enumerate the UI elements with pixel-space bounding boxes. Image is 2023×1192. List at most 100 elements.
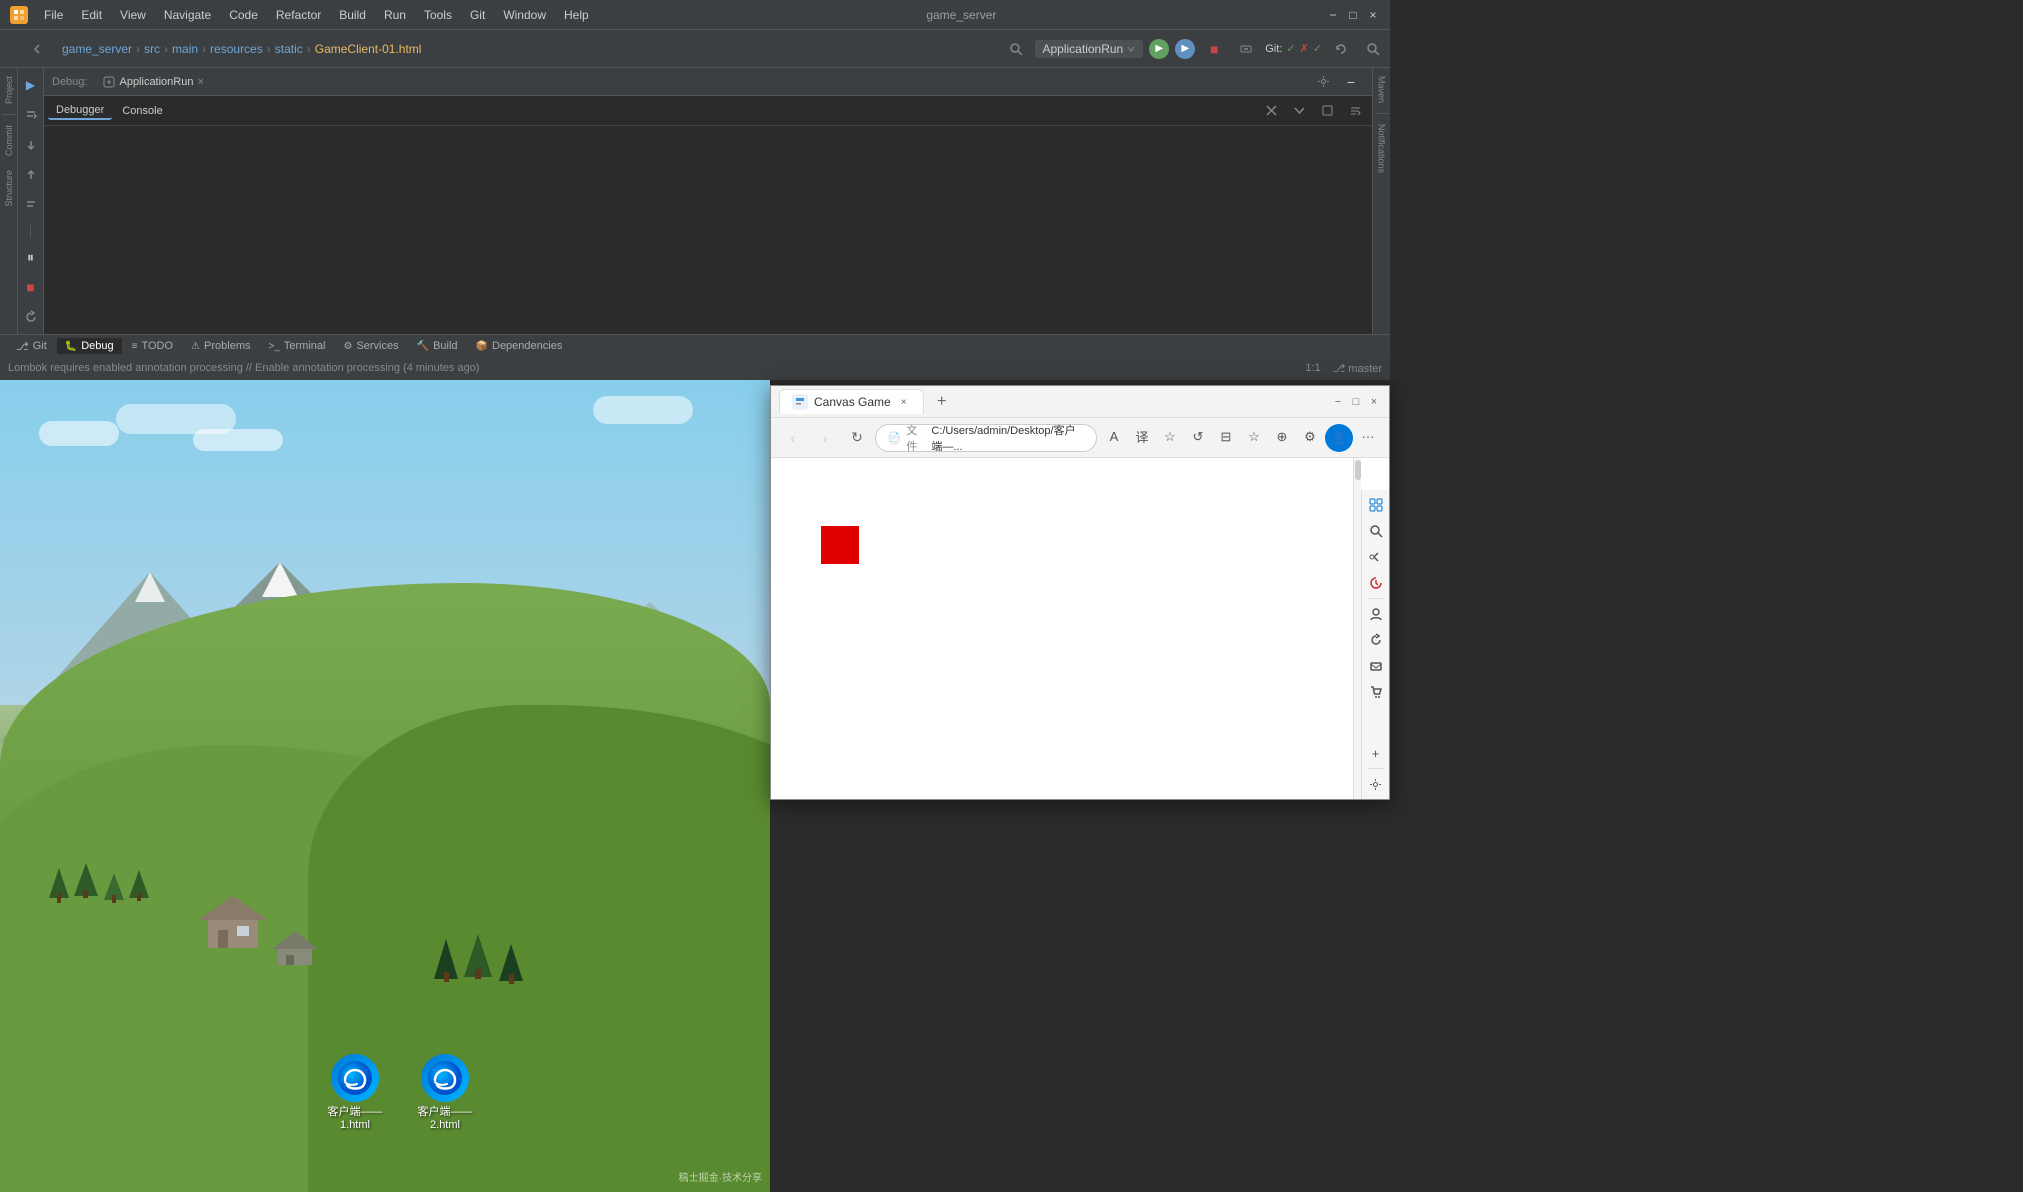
fold-btn[interactable] xyxy=(1314,98,1340,124)
project-panel-label[interactable]: Project xyxy=(4,72,14,108)
profile-avatar[interactable]: 👤 xyxy=(1325,424,1353,452)
minimize-button[interactable]: − xyxy=(1326,8,1340,22)
scroll-down-btn[interactable] xyxy=(1286,98,1312,124)
debug-run-to-cursor-btn[interactable] xyxy=(18,192,44,218)
desktop-icon-client2[interactable]: 客户端——2.html xyxy=(410,1054,480,1132)
cloud-4 xyxy=(593,396,693,424)
breadcrumb-file[interactable]: GameClient-01.html xyxy=(315,42,422,56)
annotation-message: Lombok requires enabled annotation proce… xyxy=(8,362,479,374)
browser-close-btn[interactable]: × xyxy=(1367,395,1381,409)
coverage-button[interactable] xyxy=(1233,36,1259,62)
ide-title: game_server xyxy=(926,8,996,22)
refresh-btn[interactable]: ↻ xyxy=(843,424,871,452)
menu-file[interactable]: File xyxy=(36,6,71,24)
web-capture-btn[interactable]: ⊕ xyxy=(1269,424,1295,450)
run-configuration[interactable]: ApplicationRun xyxy=(1035,40,1144,58)
menu-refactor[interactable]: Refactor xyxy=(268,6,329,24)
services-tab[interactable]: ⚙ Services xyxy=(335,338,406,354)
commit-panel-label[interactable]: Commit xyxy=(4,121,14,160)
dependencies-tab[interactable]: 📦 Dependencies xyxy=(468,338,571,354)
debug-session-tab[interactable]: ApplicationRun × xyxy=(95,74,211,90)
favorites-btn[interactable]: ☆ xyxy=(1157,424,1183,450)
structure-panel-label[interactable]: Structure xyxy=(4,166,14,211)
browser-sidebar-settings-btn[interactable] xyxy=(1365,773,1387,795)
stop-button[interactable]: ■ xyxy=(1201,36,1227,62)
run-button[interactable]: ▶ xyxy=(1149,39,1169,59)
maximize-button[interactable]: □ xyxy=(1346,8,1360,22)
close-debug-tab[interactable]: × xyxy=(197,76,203,88)
menu-tools[interactable]: Tools xyxy=(416,6,460,24)
browser-tab[interactable]: Canvas Game × xyxy=(779,389,924,414)
debug-bottom-tab[interactable]: 🐛 Debug xyxy=(57,338,122,354)
back-navigation-btn[interactable]: ‹ xyxy=(779,424,807,452)
browser-sidebar-collections-btn[interactable] xyxy=(1365,494,1387,516)
browser-menu-btn[interactable]: ··· xyxy=(1355,424,1381,450)
browser-tools-btn[interactable]: ⚙ xyxy=(1297,424,1323,450)
browser-tab-close-btn[interactable]: × xyxy=(897,395,911,409)
refresh-indicator-btn[interactable]: ↺ xyxy=(1185,424,1211,450)
wrap-btn[interactable] xyxy=(1342,98,1368,124)
clear-console-btn[interactable] xyxy=(1258,98,1284,124)
browser-sidebar-share-btn[interactable] xyxy=(1365,546,1387,568)
breadcrumb-static[interactable]: static xyxy=(275,42,303,56)
menu-run[interactable]: Run xyxy=(376,6,414,24)
menu-edit[interactable]: Edit xyxy=(73,6,110,24)
reader-mode-btn[interactable]: A xyxy=(1101,424,1127,450)
maven-panel-label[interactable]: Maven xyxy=(1377,72,1387,107)
breadcrumb-src[interactable]: src xyxy=(144,42,160,56)
browser-sidebar-sync-btn[interactable] xyxy=(1365,629,1387,651)
browser-sidebar-search-btn[interactable] xyxy=(1365,520,1387,542)
menu-window[interactable]: Window xyxy=(495,6,554,24)
forward-navigation-btn[interactable]: › xyxy=(811,424,839,452)
new-tab-button[interactable]: + xyxy=(928,388,956,416)
icon-label-2: 客户端——2.html xyxy=(418,1106,473,1132)
menu-view[interactable]: View xyxy=(112,6,154,24)
back-btn[interactable] xyxy=(24,36,50,62)
browser-sidebar-profile-btn[interactable] xyxy=(1365,603,1387,625)
git-tab[interactable]: ⎇ Git xyxy=(8,338,55,355)
console-tab[interactable]: Console xyxy=(114,103,170,119)
debug-stop-btn[interactable]: ■ xyxy=(18,274,44,300)
browser-sidebar-history-btn[interactable] xyxy=(1365,572,1387,594)
browser-sidebar-add-btn[interactable]: + xyxy=(1365,742,1387,764)
menu-git[interactable]: Git xyxy=(462,6,493,24)
search-button[interactable] xyxy=(1360,36,1386,62)
breadcrumb-project[interactable]: game_server xyxy=(62,42,132,56)
menu-code[interactable]: Code xyxy=(221,6,266,24)
ide-logo xyxy=(10,6,28,24)
browser-minimize-btn[interactable]: − xyxy=(1331,395,1345,409)
close-button[interactable]: × xyxy=(1366,8,1380,22)
desktop-icon-client1[interactable]: 客户端——1.html xyxy=(320,1054,390,1132)
terminal-tab[interactable]: >_ Terminal xyxy=(260,338,333,354)
address-bar[interactable]: 📄 文件 C:/Users/admin/Desktop/客户端—... xyxy=(875,424,1097,452)
debug-run-button[interactable]: ▶ xyxy=(1175,39,1195,59)
debug-step-out-btn[interactable] xyxy=(18,162,44,188)
debug-step-over-btn[interactable] xyxy=(18,102,44,128)
revert-button[interactable] xyxy=(1328,36,1354,62)
todo-tab[interactable]: ≡ TODO xyxy=(124,338,181,354)
debug-pause-btn[interactable]: ⏸ xyxy=(18,244,44,270)
debug-minimize-btn[interactable]: − xyxy=(1338,69,1364,95)
browser-restore-btn[interactable]: □ xyxy=(1349,395,1363,409)
house-small xyxy=(270,925,320,965)
split-view-btn[interactable]: ⊟ xyxy=(1213,424,1239,450)
debug-step-into-btn[interactable] xyxy=(18,132,44,158)
debug-settings-btn[interactable] xyxy=(1310,69,1336,95)
debug-resume-btn[interactable]: ▶ xyxy=(18,72,44,98)
translate-btn[interactable]: 译 xyxy=(1129,424,1155,450)
browser-sidebar-email-btn[interactable] xyxy=(1365,655,1387,677)
browser-scrollbar-thumb[interactable] xyxy=(1355,460,1361,480)
browser-sidebar-cart-btn[interactable] xyxy=(1365,681,1387,703)
menu-navigate[interactable]: Navigate xyxy=(156,6,219,24)
search-everywhere-btn[interactable] xyxy=(1003,36,1029,62)
build-tab[interactable]: 🔨 Build xyxy=(409,338,466,354)
debugger-tab[interactable]: Debugger xyxy=(48,102,112,120)
debug-restart-btn[interactable] xyxy=(18,304,44,330)
menu-help[interactable]: Help xyxy=(556,6,597,24)
problems-tab[interactable]: ⚠ Problems xyxy=(183,338,258,354)
breadcrumb-resources[interactable]: resources xyxy=(210,42,263,56)
notifications-panel-label[interactable]: Notifications xyxy=(1377,120,1387,177)
add-favorites-btn[interactable]: ☆ xyxy=(1241,424,1267,450)
menu-build[interactable]: Build xyxy=(331,6,374,24)
breadcrumb-main[interactable]: main xyxy=(172,42,198,56)
